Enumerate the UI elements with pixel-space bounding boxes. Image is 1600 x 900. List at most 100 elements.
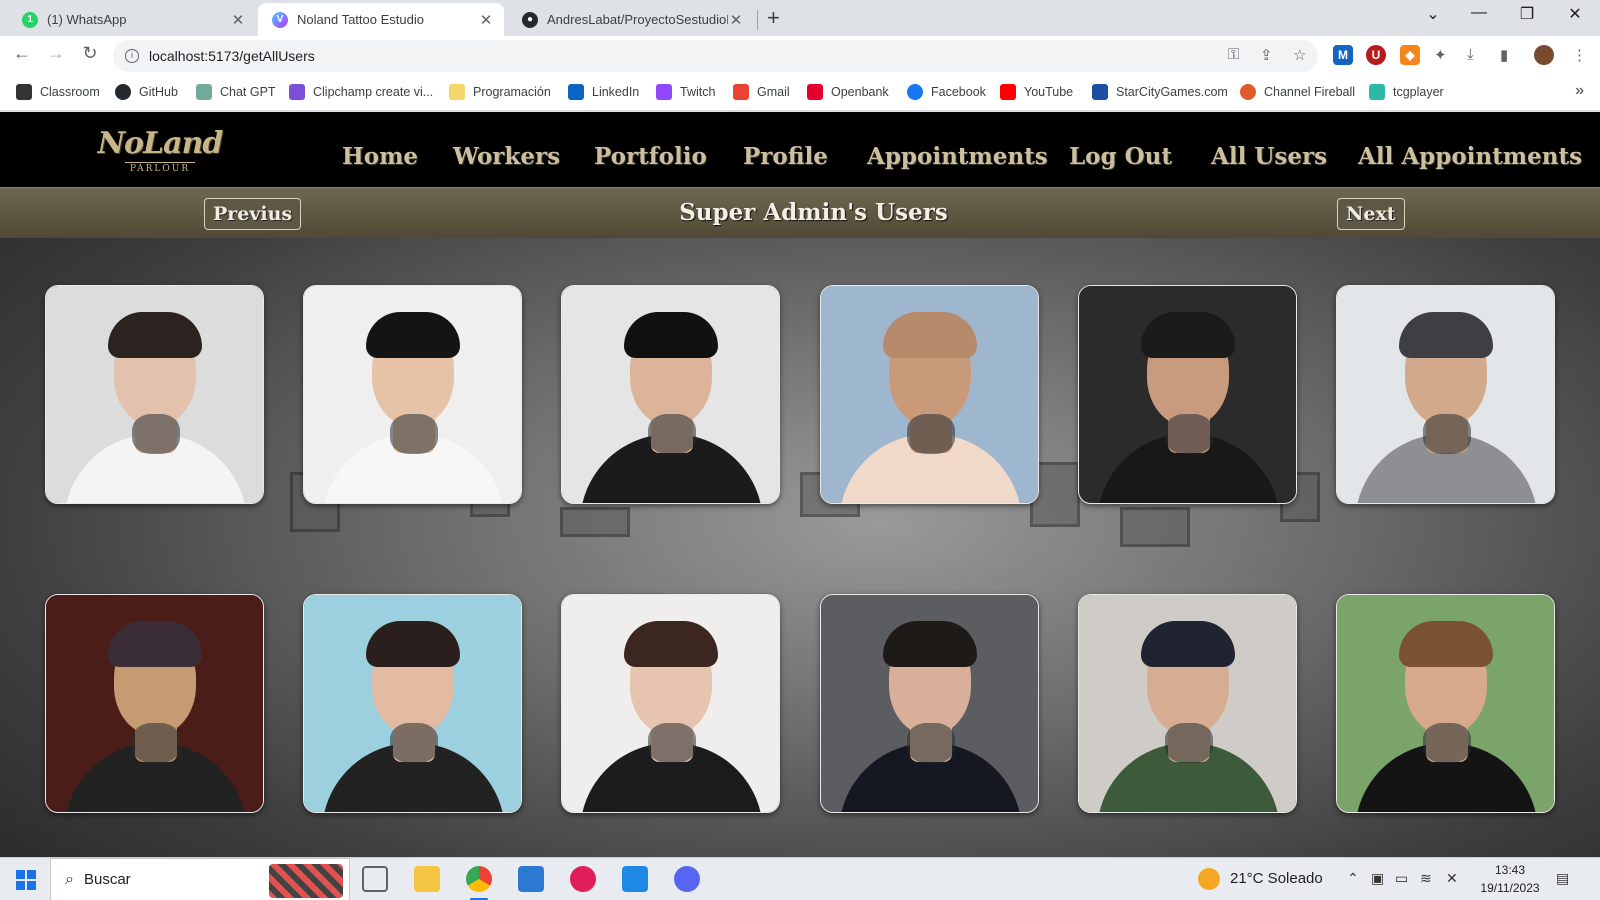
- side-panel-icon[interactable]: ▮: [1500, 46, 1508, 64]
- forward-button[interactable]: →: [44, 43, 68, 64]
- user-card[interactable]: [1336, 594, 1555, 813]
- bookmarks-bar: Classroom GitHub Chat GPT Clipchamp crea…: [0, 76, 1600, 111]
- menu-kebab-icon[interactable]: ⋮: [1572, 46, 1587, 64]
- reload-button[interactable]: ↻: [78, 43, 102, 64]
- user-card[interactable]: [820, 285, 1039, 504]
- user-card[interactable]: [1336, 285, 1555, 504]
- nav-appointments[interactable]: Appointments: [867, 143, 1048, 170]
- browser-tab-strip: 1 (1) WhatsApp ✕ V Noland Tattoo Estudio…: [0, 0, 1600, 36]
- user-card[interactable]: [820, 594, 1039, 813]
- back-button[interactable]: ←: [10, 43, 34, 64]
- bookmark-chatgpt[interactable]: Chat GPT: [196, 84, 276, 100]
- nav-all-users[interactable]: All Users: [1211, 143, 1327, 170]
- folder-icon: [449, 84, 465, 100]
- user-card[interactable]: [45, 285, 264, 504]
- user-photo-tattoo: [1165, 414, 1213, 454]
- discord-icon[interactable]: [674, 866, 700, 892]
- address-bar[interactable]: i localhost:5173/getAllUsers: [113, 40, 1318, 72]
- nav-profile[interactable]: Profile: [743, 143, 828, 170]
- user-photo-tattoo: [390, 723, 438, 763]
- bookmark-twitch[interactable]: Twitch: [656, 84, 715, 100]
- mail-icon[interactable]: [518, 866, 544, 892]
- user-card[interactable]: [303, 285, 522, 504]
- bookmark-clipchamp[interactable]: Clipchamp create vi...: [289, 84, 433, 100]
- notifications-icon[interactable]: ▤: [1556, 870, 1569, 887]
- minimize-button[interactable]: —: [1456, 4, 1502, 22]
- site-info-icon[interactable]: i: [125, 49, 139, 63]
- nav-workers[interactable]: Workers: [453, 143, 560, 170]
- download-icon[interactable]: ⤓: [1467, 46, 1474, 63]
- task-view-icon[interactable]: [362, 866, 388, 892]
- tab-noland[interactable]: V Noland Tattoo Estudio ✕: [258, 3, 504, 36]
- profile-avatar[interactable]: [1534, 45, 1554, 65]
- bookmark-youtube[interactable]: YouTube: [1000, 84, 1073, 100]
- extensions-icon[interactable]: ✦: [1434, 46, 1447, 64]
- windows-start-icon[interactable]: [16, 870, 36, 890]
- system-clock[interactable]: 13:43 19/11/2023: [1478, 861, 1542, 897]
- user-card[interactable]: [45, 594, 264, 813]
- nav-all-appointments[interactable]: All Appointments: [1358, 143, 1582, 170]
- user-card[interactable]: [1078, 285, 1297, 504]
- bookmark-openbank[interactable]: Openbank: [807, 84, 889, 100]
- user-card[interactable]: [561, 285, 780, 504]
- user-card[interactable]: [1078, 594, 1297, 813]
- next-page-button[interactable]: Next: [1337, 198, 1405, 230]
- user-card[interactable]: [303, 594, 522, 813]
- nav-portfolio[interactable]: Portfolio: [594, 143, 707, 170]
- more-bookmarks-icon[interactable]: »: [1575, 82, 1584, 100]
- metamask-icon[interactable]: ◆: [1400, 45, 1420, 65]
- restore-button[interactable]: ❐: [1504, 4, 1550, 24]
- tab-title: AndresLabat/ProyectoSestudioD: [547, 12, 728, 27]
- bookmark-gmail[interactable]: Gmail: [733, 84, 790, 100]
- bookmark-star-icon[interactable]: ☆: [1293, 46, 1306, 64]
- chevron-up-icon[interactable]: ⌃: [1347, 870, 1359, 887]
- vscode-icon[interactable]: [622, 866, 648, 892]
- browser-toolbar: ← → ↻ i localhost:5173/getAllUsers ⚿ ⇪ ☆…: [0, 36, 1600, 76]
- bookmark-github[interactable]: GitHub: [115, 84, 178, 100]
- ublock-icon[interactable]: U: [1366, 45, 1386, 65]
- tab-github[interactable]: ● AndresLabat/ProyectoSestudioD ✕: [508, 3, 754, 36]
- close-icon[interactable]: ✕: [230, 11, 246, 29]
- bookmark-label: Channel Fireball: [1264, 85, 1356, 99]
- bookmark-linkedin[interactable]: LinkedIn: [568, 84, 639, 100]
- tab-whatsapp[interactable]: 1 (1) WhatsApp ✕: [8, 3, 256, 36]
- user-photo-tattoo: [390, 414, 438, 454]
- tab-search-icon[interactable]: ⌄: [1410, 4, 1456, 24]
- close-icon[interactable]: ✕: [478, 11, 494, 29]
- file-explorer-icon[interactable]: [414, 866, 440, 892]
- bookmark-tcgplayer[interactable]: tcgplayer: [1369, 84, 1444, 100]
- taskbar-search[interactable]: ⌕ Buscar: [50, 858, 350, 900]
- nav-home[interactable]: Home: [342, 143, 418, 170]
- bookmark-starcitygames[interactable]: StarCityGames.com: [1092, 84, 1228, 100]
- extension-m-icon[interactable]: M: [1333, 45, 1353, 65]
- previous-page-button[interactable]: Previus: [204, 198, 302, 230]
- user-photo-hair: [1399, 312, 1493, 358]
- battery-icon[interactable]: ▭: [1395, 870, 1408, 887]
- tab-title: Noland Tattoo Estudio: [297, 12, 424, 27]
- close-window-button[interactable]: ✕: [1552, 4, 1598, 24]
- bookmark-facebook[interactable]: Facebook: [907, 84, 986, 100]
- user-card[interactable]: [561, 594, 780, 813]
- user-photo-tattoo: [1423, 723, 1471, 763]
- bookmark-channelfireball[interactable]: Channel Fireball: [1240, 84, 1355, 100]
- close-icon[interactable]: ✕: [728, 11, 744, 29]
- new-tab-button[interactable]: +: [767, 5, 780, 31]
- slack-icon[interactable]: [570, 866, 596, 892]
- bookmark-folder-programacion[interactable]: Programación: [449, 84, 551, 100]
- weather-text[interactable]: 21°C Soleado: [1230, 870, 1323, 887]
- noland-logo[interactable]: NoLand PARLOUR: [97, 122, 224, 178]
- whatsapp-icon: 1: [22, 11, 38, 28]
- tab-title: (1) WhatsApp: [47, 12, 127, 27]
- page-title: Super Admin's Users: [679, 199, 948, 226]
- user-photo-tattoo: [132, 414, 180, 454]
- bookmark-classroom[interactable]: Classroom: [16, 84, 100, 100]
- share-icon[interactable]: ⇪: [1260, 46, 1273, 64]
- chrome-icon[interactable]: [466, 866, 492, 892]
- page-content: NoLand PARLOUR Home Workers Portfolio Pr…: [0, 112, 1600, 857]
- wifi-icon[interactable]: ≋: [1420, 870, 1432, 887]
- nav-logout[interactable]: Log Out: [1069, 143, 1172, 170]
- meet-now-icon[interactable]: ▣: [1371, 870, 1384, 887]
- twitch-icon: [656, 84, 672, 100]
- key-icon[interactable]: ⚿: [1228, 46, 1239, 63]
- volume-muted-icon[interactable]: ✕: [1446, 870, 1458, 887]
